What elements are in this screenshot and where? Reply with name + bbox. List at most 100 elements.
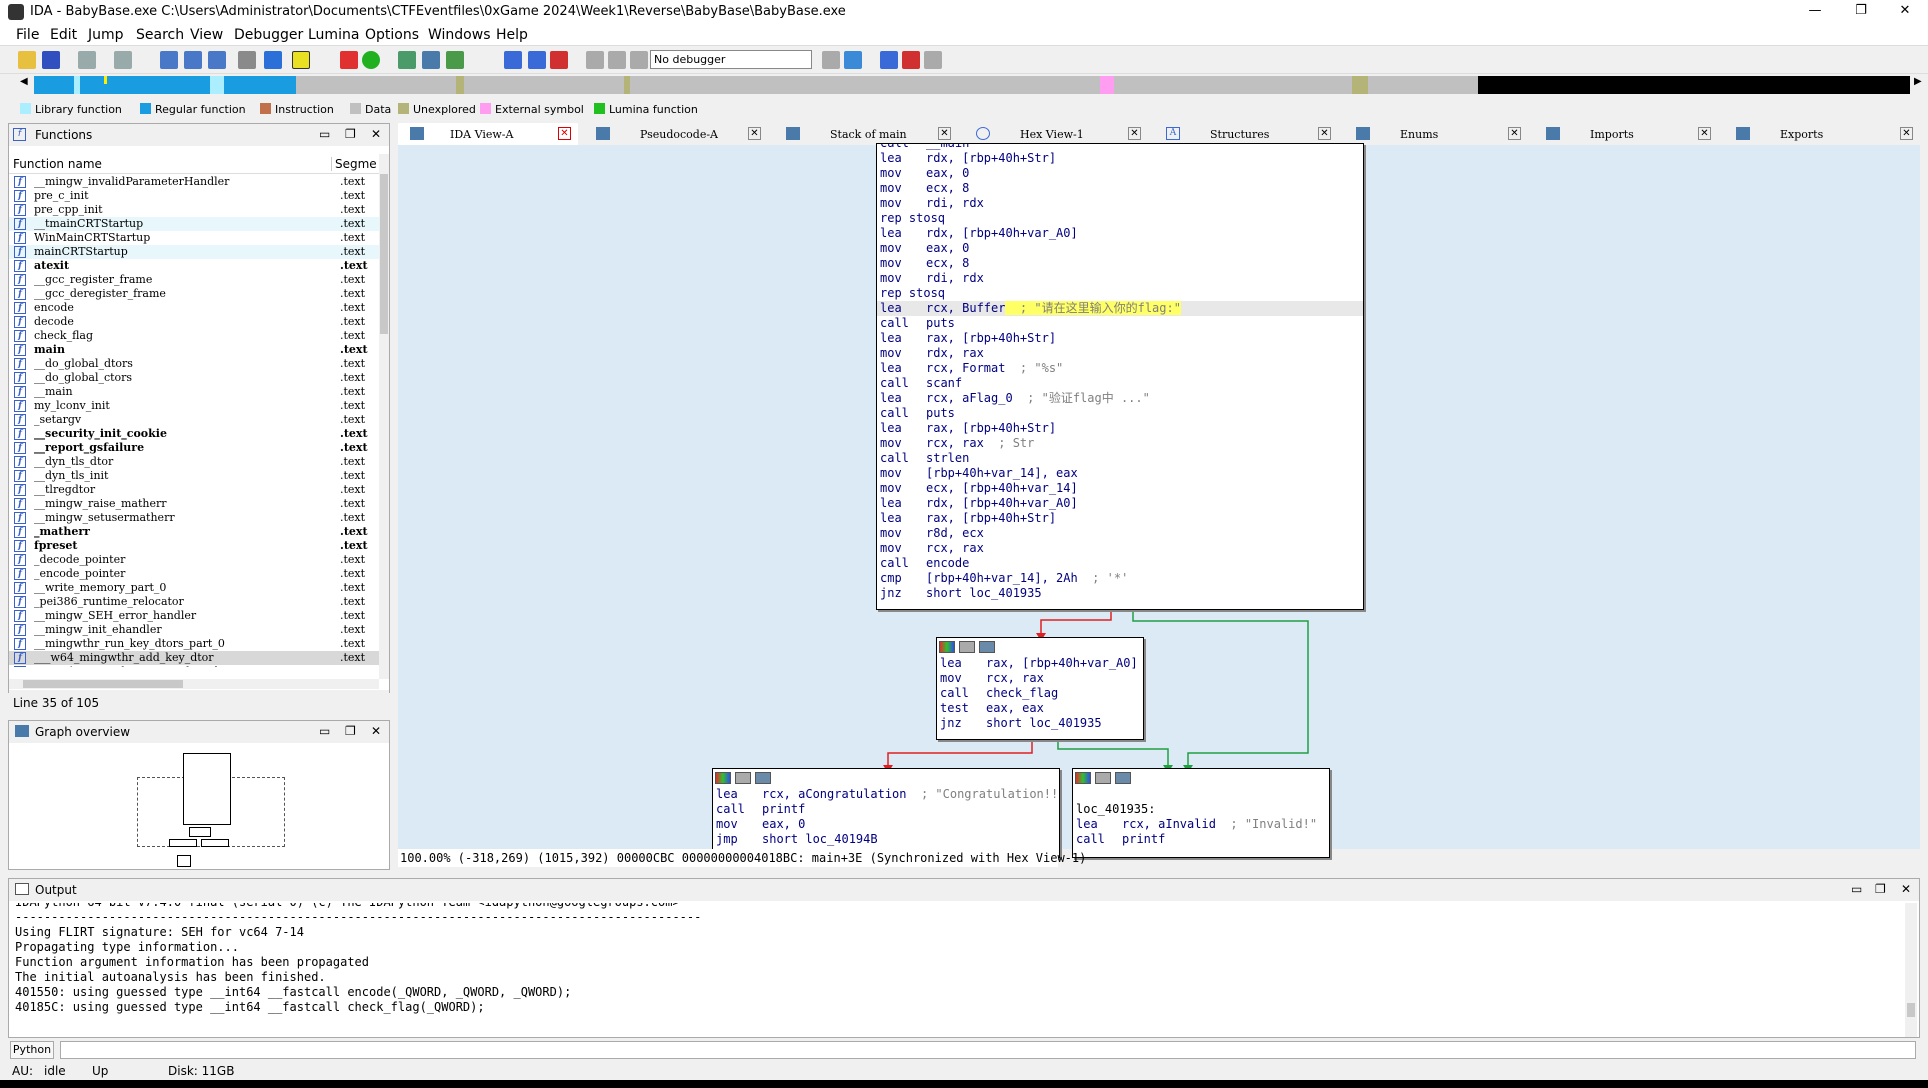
nav-right-arrow-icon[interactable]: ▶ [1914, 76, 1922, 87]
tab-close-icon[interactable]: ✕ [1900, 127, 1913, 140]
function-row[interactable]: f __main .text [9, 385, 379, 399]
asm-line[interactable]: lea rax, [rbp+40h+var_A0] [937, 656, 1143, 671]
jump-up-icon[interactable] [264, 51, 282, 69]
remove-breakpoint-icon[interactable] [924, 51, 942, 69]
python-command-input[interactable] [60, 1041, 1916, 1059]
asm-line[interactable]: mov ecx, [rbp+40h+var_14] [877, 481, 1363, 496]
tab-imports[interactable]: Imports ✕ [1538, 123, 1718, 145]
function-row[interactable]: f __tlregdtor .text [9, 483, 379, 497]
function-row[interactable]: f __do_global_dtors .text [9, 357, 379, 371]
panel-minimize-icon[interactable]: ▭ [1851, 882, 1862, 896]
tab-hex-view-1[interactable]: Hex View-1 ✕ [968, 123, 1148, 145]
function-row[interactable]: f pre_cpp_init .text [9, 203, 379, 217]
tab-enums[interactable]: Enums ✕ [1348, 123, 1528, 145]
enum-icon[interactable] [528, 51, 546, 69]
function-row[interactable]: f ___w64_mingwthr_remove_key_dtor .text [9, 665, 379, 667]
column-segment[interactable]: Segme [331, 157, 377, 171]
tab-close-icon[interactable]: ✕ [1698, 127, 1711, 140]
asm-line[interactable]: cmp [rbp+40h+var_14], 2Ah ; '*' [877, 571, 1363, 586]
menu-windows[interactable]: Windows [428, 27, 491, 43]
asm-line[interactable]: mov rcx, rax [937, 671, 1143, 686]
asm-line[interactable]: mov rdi, rdx [877, 271, 1363, 286]
asm-line[interactable]: jnz short loc_401935 [937, 716, 1143, 731]
tab-ida-view-a[interactable]: IDA View-A ✕ [398, 123, 578, 145]
stop-analysis-icon[interactable] [340, 51, 358, 69]
panel-close-icon[interactable]: ✕ [371, 724, 381, 738]
function-row[interactable]: f __dyn_tls_init .text [9, 469, 379, 483]
tab-close-icon[interactable]: ✕ [1128, 127, 1141, 140]
function-row[interactable]: f main .text [9, 343, 379, 357]
asm-line[interactable]: mov rcx, rax [877, 541, 1363, 556]
asm-line[interactable]: lea rcx, aCongratulation ; "Congratulatio… [713, 787, 1059, 802]
function-row[interactable]: f __mingw_SEH_error_handler .text [9, 609, 379, 623]
asm-line[interactable]: call printf [1073, 832, 1329, 847]
asm-line[interactable]: mov r8d, ecx [877, 526, 1363, 541]
asm-line[interactable]: lea rax, [rbp+40h+Str] [877, 421, 1363, 436]
menu-file[interactable]: File [16, 27, 39, 43]
function-row[interactable]: f _setargv .text [9, 413, 379, 427]
panel-float-icon[interactable]: ❐ [1875, 882, 1886, 896]
function-row[interactable]: f __report_gsfailure .text [9, 441, 379, 455]
back-icon[interactable] [78, 51, 96, 69]
asm-line[interactable]: rep stosq [877, 286, 1363, 301]
asm-line[interactable]: lea rax, [rbp+40h+Str] [877, 511, 1363, 526]
asm-line[interactable]: mov eax, 0 [877, 166, 1363, 181]
asm-line[interactable]: lea rdx, [rbp+40h+var_A0] [877, 496, 1363, 511]
text-a-icon[interactable] [292, 51, 310, 69]
debugger-select[interactable]: No debugger [650, 50, 812, 69]
column-function-name[interactable]: Function name [13, 157, 102, 171]
tab-close-icon[interactable]: ✕ [1508, 127, 1521, 140]
collapse-icon[interactable] [755, 772, 771, 784]
panel-close-icon[interactable]: ✕ [1901, 882, 1911, 896]
asm-line[interactable]: call puts [877, 406, 1363, 421]
function-row[interactable]: f atexit .text [9, 259, 379, 273]
asm-line[interactable]: lea rax, [rbp+40h+Str] [877, 331, 1363, 346]
navigation-strip[interactable] [34, 76, 1910, 94]
patch-icon[interactable] [238, 51, 256, 69]
collapse-icon[interactable] [1115, 772, 1131, 784]
function-row[interactable]: f _encode_pointer .text [9, 567, 379, 581]
immediate-search-icon[interactable] [208, 51, 226, 69]
asm-line[interactable]: jnz short loc_401935 [877, 586, 1363, 601]
function-row[interactable]: f __dyn_tls_dtor .text [9, 455, 379, 469]
menu-jump[interactable]: Jump [88, 27, 124, 43]
play-icon[interactable] [586, 51, 604, 69]
function-row[interactable]: f WinMainCRTStartup .text [9, 231, 379, 245]
function-row[interactable]: f __mingw_init_ehandler .text [9, 623, 379, 637]
group-icon[interactable] [1095, 772, 1111, 784]
tab-close-icon[interactable]: ✕ [558, 127, 571, 140]
binary-search-icon[interactable] [160, 51, 178, 69]
asm-line[interactable]: call strlen [877, 451, 1363, 466]
tab-exports[interactable]: Exports ✕ [1728, 123, 1918, 145]
color-icon[interactable] [939, 641, 955, 653]
color-icon[interactable] [715, 772, 731, 784]
restore-button[interactable]: ❐ [1838, 0, 1884, 24]
asm-line[interactable]: call scanf [877, 376, 1363, 391]
panel-close-icon[interactable]: ✕ [371, 127, 381, 141]
menu-debugger[interactable]: Debugger [234, 27, 303, 43]
function-row[interactable]: f __security_init_cookie .text [9, 427, 379, 441]
asm-line[interactable]: lea rcx, aInvalid ; "Invalid!" [1073, 817, 1329, 832]
function-row[interactable]: f __gcc_deregister_frame .text [9, 287, 379, 301]
asm-line[interactable]: rep stosq [877, 211, 1363, 226]
asm-line[interactable]: call __main [877, 144, 1363, 151]
tab-close-icon[interactable]: ✕ [748, 127, 761, 140]
asm-line[interactable]: mov rdi, rdx [877, 196, 1363, 211]
asm-line[interactable]: mov eax, 0 [877, 241, 1363, 256]
panel-minimize-icon[interactable]: ▭ [319, 127, 330, 141]
output-log[interactable]: IDAPython 64-bit v7.4.0 final (serial 0)… [15, 903, 1895, 1015]
menu-search[interactable]: Search [136, 27, 184, 43]
graph-icon-1[interactable] [398, 51, 416, 69]
asm-line[interactable]: call printf [713, 802, 1059, 817]
function-row[interactable]: f __tmainCRTStartup .text [9, 217, 379, 231]
function-row[interactable]: f fpreset .text [9, 539, 379, 553]
menu-edit[interactable]: Edit [50, 27, 77, 43]
forward-icon[interactable] [114, 51, 132, 69]
functions-scrollbar[interactable] [379, 154, 389, 679]
function-row[interactable]: f __mingw_raise_matherr .text [9, 497, 379, 511]
menu-view[interactable]: View [190, 27, 223, 43]
function-row[interactable]: f pre_c_init .text [9, 189, 379, 203]
delete-icon[interactable] [550, 51, 568, 69]
function-row[interactable]: f mainCRTStartup .text [9, 245, 379, 259]
tab-close-icon[interactable]: ✕ [1318, 127, 1331, 140]
